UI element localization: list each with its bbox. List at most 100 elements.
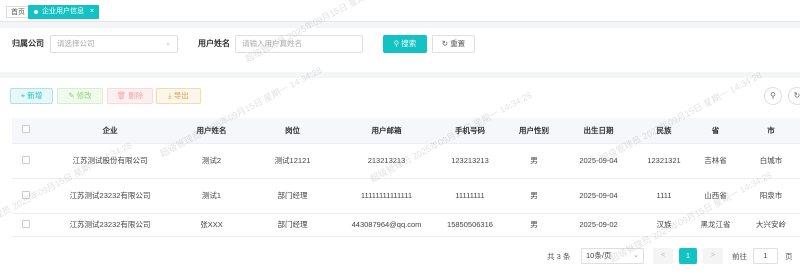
pagination-total: 共 3 条 [547, 252, 571, 261]
username-input-placeholder: 请输入用户真姓名 [242, 39, 302, 48]
table-cell: 12321321 [639, 143, 689, 179]
column-header: 用户姓名 [181, 118, 242, 144]
refresh-button[interactable]: ↻ [788, 87, 800, 105]
table-cell: 男 [510, 213, 558, 237]
close-icon[interactable]: × [90, 8, 94, 15]
table-cell: 阳泉市 [742, 178, 800, 214]
row-checkbox[interactable] [21, 219, 30, 228]
page-size-value: 10条/页 [586, 251, 612, 260]
select-all-cell [12, 118, 39, 144]
table-cell: 大兴安岭 [742, 213, 800, 237]
table-cell: 1111 [639, 178, 689, 214]
chevron-left-icon: < [660, 252, 666, 259]
company-cell[interactable]: 江苏测试23232有限公司 [39, 178, 181, 214]
page-number-current[interactable]: 1 [679, 248, 697, 264]
edit-button-label: 修改 [76, 91, 92, 100]
search-icon: ⚲ [393, 39, 400, 48]
column-header: 用户性别 [510, 118, 558, 144]
column-header: 岗位 [242, 118, 343, 144]
refresh-icon: ↻ [441, 39, 449, 48]
table-cell: 汉族 [639, 213, 689, 237]
chevron-right-icon: > [710, 252, 716, 259]
username-link[interactable]: 张XXX [181, 213, 242, 237]
row-checkbox[interactable] [21, 155, 30, 164]
user-table: 企业 用户姓名 岗位 用户邮箱 手机号码 用户性别 出生日期 民族 省 市 江苏… [12, 118, 800, 237]
search-button[interactable]: ⚲ 搜索 [383, 35, 427, 53]
goto-page-input[interactable]: 1 [753, 248, 778, 264]
column-header: 市 [742, 118, 800, 144]
prev-page-button[interactable]: < [653, 248, 673, 264]
table-row[interactable]: 江苏测试23232有限公司 张XXX 部门经理 443087964@qq.com… [12, 213, 800, 237]
table-cell: 11111111 [430, 178, 510, 214]
table-cell: 部门经理 [242, 213, 343, 237]
search-button-label: 搜索 [401, 39, 417, 48]
export-button-label: 导出 [173, 91, 189, 100]
table-cell: 黑龙江省 [689, 213, 742, 237]
company-select-placeholder: 请选择公司 [57, 39, 95, 48]
column-header: 手机号码 [430, 118, 510, 144]
plus-icon: + [20, 91, 26, 100]
table-cell: 2025-09-04 [558, 143, 639, 179]
export-button[interactable]: ⤓ 导出 [156, 88, 201, 104]
row-select-cell [12, 213, 39, 237]
column-header: 用户邮箱 [343, 118, 430, 144]
table-cell: 山西省 [689, 178, 742, 214]
username-label: 用户姓名 [198, 39, 230, 48]
edit-button[interactable]: ✎ 修改 [57, 88, 103, 104]
table-row[interactable]: 江苏测试23232有限公司 测试1 部门经理 11111111111111 11… [12, 178, 800, 214]
table-cell: 11111111111111 [343, 178, 430, 214]
reset-button-label: 重置 [450, 39, 466, 48]
next-page-button[interactable]: > [703, 248, 723, 264]
table-cell: 213213213 [343, 143, 430, 179]
download-icon: ⤓ [168, 91, 172, 100]
table-cell: 吉林省 [689, 143, 742, 179]
company-cell[interactable]: 江苏测试股份有限公司 [39, 143, 181, 179]
tab-home[interactable]: 首页 [6, 6, 30, 18]
page-size-select[interactable]: 10条/页 ⌄ [581, 248, 644, 264]
active-dot-icon [34, 10, 38, 14]
chevron-down-icon: ⌄ [165, 40, 171, 47]
username-input[interactable]: 请输入用户真姓名 [235, 35, 363, 53]
page-suffix: 页 [785, 252, 793, 261]
table-cell: 2025-09-02 [558, 213, 639, 237]
table-cell: 2025-09-04 [558, 178, 639, 214]
column-header: 民族 [639, 118, 689, 144]
table-cell: 部门经理 [242, 178, 343, 214]
tab-enterprise-users[interactable]: 企业用户信息 × [28, 5, 100, 19]
table-cell: 15850506316 [430, 213, 510, 237]
company-select[interactable]: 请选择公司 ⌄ [50, 35, 178, 53]
chevron-down-icon: ⌄ [633, 252, 639, 259]
table-cell: 男 [510, 143, 558, 179]
table-cell: 白城市 [742, 143, 800, 179]
row-select-cell [12, 178, 39, 214]
toggle-search-button[interactable]: ⚲ [764, 87, 782, 105]
refresh-icon: ↻ [793, 91, 800, 100]
search-icon: ⚲ [770, 91, 776, 100]
username-link[interactable]: 测试1 [181, 178, 242, 214]
goto-label: 前往 [732, 252, 747, 261]
table-cell: 测试12121 [242, 143, 343, 179]
tab-bar: 首页 企业用户信息 × [0, 0, 800, 22]
trash-icon: 🗑 [116, 91, 127, 100]
company-label: 归属公司 [12, 39, 44, 48]
column-header: 省 [689, 118, 742, 144]
table-row[interactable]: 江苏测试股份有限公司 测试2 测试12121 213213213 1232132… [12, 143, 800, 179]
select-all-checkbox[interactable] [21, 125, 30, 134]
table-cell: 男 [510, 178, 558, 214]
tab-label: 企业用户信息 [42, 8, 84, 15]
row-checkbox[interactable] [21, 190, 30, 199]
table-cell: 123213213 [430, 143, 510, 179]
table-header-row: 企业 用户姓名 岗位 用户邮箱 手机号码 用户性别 出生日期 民族 省 市 [12, 118, 800, 144]
column-header: 出生日期 [558, 118, 639, 144]
delete-button[interactable]: 🗑 删除 [107, 88, 153, 104]
row-select-cell [12, 143, 39, 179]
company-cell[interactable]: 江苏测试23232有限公司 [39, 213, 181, 237]
table-cell: 443087964@qq.com [343, 213, 430, 237]
column-header: 企业 [39, 118, 181, 144]
delete-button-label: 删除 [128, 91, 144, 100]
add-button-label: 新增 [27, 91, 43, 100]
edit-icon: ✎ [68, 91, 75, 100]
username-link[interactable]: 测试2 [181, 143, 242, 179]
add-button[interactable]: + 新增 [10, 88, 53, 104]
reset-button[interactable]: ↻ 重置 [432, 35, 475, 53]
